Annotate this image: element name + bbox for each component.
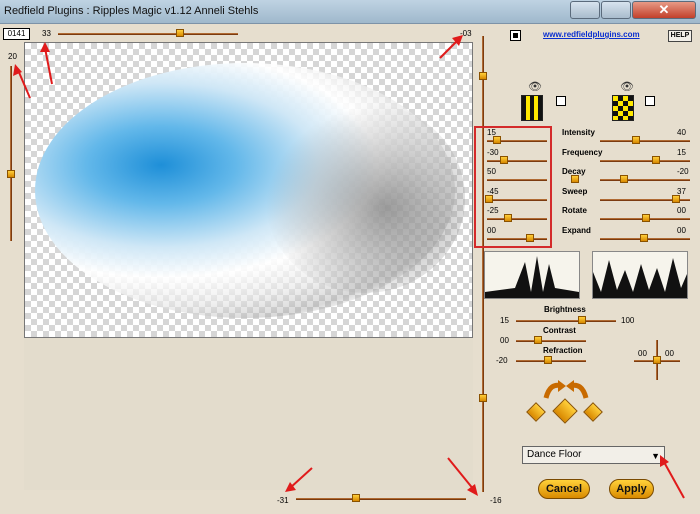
arrow-left [13,64,31,99]
arrow-top-left [40,42,53,85]
annotation-arrows [13,35,685,499]
arrow-bottom-left [285,467,313,492]
arrow-bottom-right [447,457,478,496]
arrow-top-right [439,35,463,59]
arrow-dropdown [660,455,685,499]
